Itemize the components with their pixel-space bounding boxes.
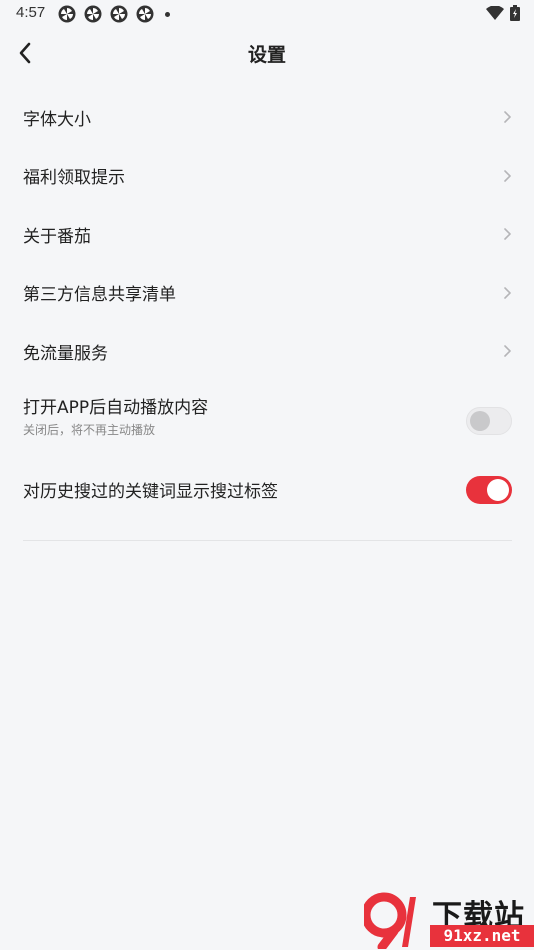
pinwheel-icon — [110, 5, 128, 23]
chevron-right-icon — [504, 111, 511, 124]
settings-item-label: 福利领取提示 — [23, 168, 125, 189]
search-tags-label: 对历史搜过的关键词显示搜过标签 — [23, 482, 278, 502]
header: 设置 — [0, 28, 534, 78]
settings-item-label: 第三方信息共享清单 — [23, 285, 176, 306]
chevron-right-icon — [504, 228, 511, 241]
pinwheel-icon — [136, 5, 154, 23]
settings-item-third-party-sharing[interactable]: 第三方信息共享清单 — [0, 264, 534, 323]
pinwheel-icon — [58, 5, 76, 23]
notification-dot-icon — [165, 11, 170, 17]
status-time: 4:57 — [16, 4, 46, 21]
settings-item-autoplay: 打开APP后自动播放内容 关闭后，将不再主动播放 — [0, 381, 534, 461]
autoplay-sublabel: 关闭后，将不再主动播放 — [23, 422, 156, 437]
toggle-knob — [470, 410, 490, 431]
toggle-knob — [487, 478, 509, 501]
settings-item-font-size[interactable]: 字体大小 — [0, 88, 534, 147]
chevron-right-icon — [504, 169, 511, 182]
status-app-icons — [58, 5, 170, 23]
watermark-text-bottom: 91xz.net — [430, 925, 534, 947]
watermark-91-icon — [364, 892, 416, 949]
settings-item-label: 免流量服务 — [23, 343, 108, 364]
search-tags-toggle[interactable] — [466, 475, 512, 504]
page-title: 设置 — [247, 44, 286, 66]
battery-icon — [510, 5, 520, 21]
wifi-icon — [486, 6, 504, 20]
settings-item-about[interactable]: 关于番茄 — [0, 205, 534, 264]
autoplay-label: 打开APP后自动播放内容 — [23, 397, 209, 418]
status-bar: 4:57 — [0, 0, 534, 28]
chevron-right-icon — [504, 286, 511, 299]
settings-item-free-data-service[interactable]: 免流量服务 — [0, 322, 534, 381]
settings-item-search-tags: 对历史搜过的关键词显示搜过标签 — [0, 461, 534, 519]
settings-item-label: 关于番茄 — [23, 226, 91, 247]
divider — [23, 540, 512, 541]
chevron-right-icon — [504, 345, 511, 358]
settings-item-welfare-reminder[interactable]: 福利领取提示 — [0, 147, 534, 206]
watermark-logo: 下载站 91xz.net — [364, 889, 534, 950]
settings-list: 字体大小 福利领取提示 关于番茄 第三方信息共享清单 免流量服务 打开APP后自… — [0, 88, 534, 519]
settings-item-label: 字体大小 — [23, 109, 91, 130]
autoplay-toggle[interactable] — [466, 406, 512, 435]
status-right-icons — [486, 5, 520, 21]
pinwheel-icon — [84, 5, 102, 23]
